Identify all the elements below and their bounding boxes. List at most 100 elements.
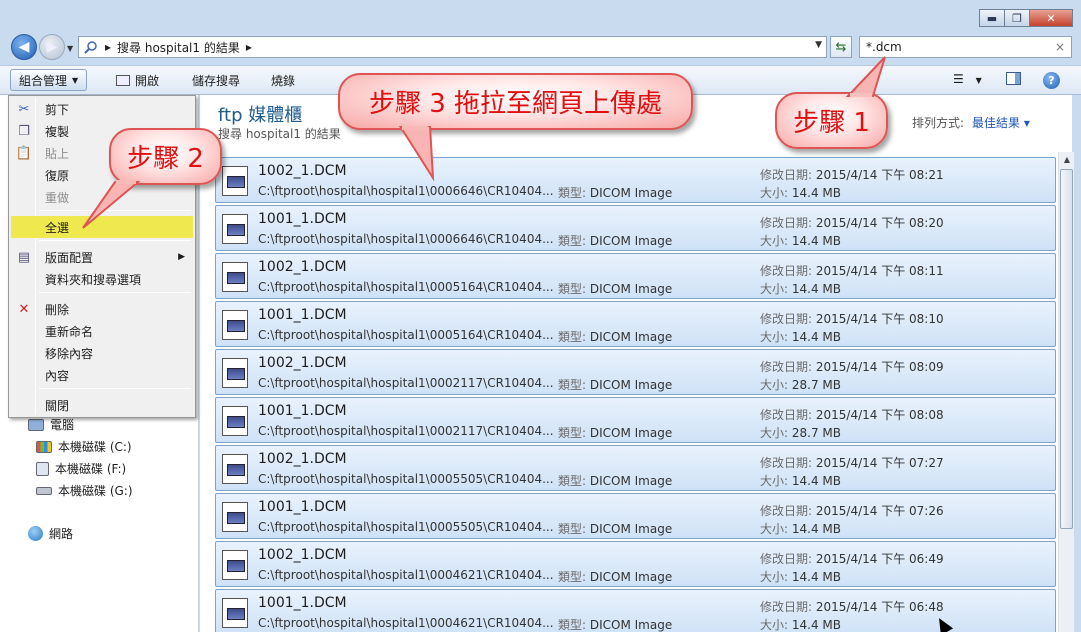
nav-item-drive-f[interactable]: 本機磁碟 (F:) xyxy=(36,460,126,477)
nav-item-network[interactable]: 網路 xyxy=(28,525,73,542)
back-button[interactable]: ◀ xyxy=(11,34,37,60)
file-date-value: 2015/4/14 下午 08:09 xyxy=(815,360,944,374)
nav-item-computer[interactable]: 電腦 xyxy=(28,416,74,433)
scroll-thumb[interactable] xyxy=(1060,169,1073,529)
type-label: 類型: xyxy=(558,474,587,488)
file-row[interactable]: 1001_1.DCM C:\ftproot\hospital\hospital1\… xyxy=(215,205,1056,251)
open-label: 開啟 xyxy=(135,74,160,88)
file-type: 類型: DICOM Image xyxy=(558,520,672,537)
file-row[interactable]: 1002_1.DCM C:\ftproot\hospital\hospital1\… xyxy=(215,445,1056,491)
menu-item[interactable]: 關閉 xyxy=(11,394,193,416)
menu-item[interactable]: 移除內容 xyxy=(11,342,193,364)
menu-item-label: 資料夾和搜尋選項 xyxy=(45,272,142,287)
organize-button[interactable]: 組合管理 ▼ xyxy=(10,69,88,91)
callout-step-1-text: 步驟 1 xyxy=(793,108,870,138)
scroll-up-icon[interactable]: ▲ xyxy=(1059,152,1075,168)
chevron-down-icon: ▼ xyxy=(975,76,982,85)
file-row[interactable]: 1002_1.DCM C:\ftproot\hospital\hospital1\… xyxy=(215,157,1056,203)
file-size-value: 14.4 MB xyxy=(791,570,841,584)
drive-c-icon xyxy=(36,440,52,453)
menu-item[interactable]: 重新命名 xyxy=(11,320,193,342)
forward-button[interactable]: ▶ xyxy=(39,34,65,60)
callout-step-3: 步驟 3 拖拉至網頁上傳處 xyxy=(338,73,693,130)
breadcrumb-separator-2[interactable]: ▸ xyxy=(246,40,252,54)
file-type-value: DICOM Image xyxy=(589,234,673,248)
date-label: 修改日期: xyxy=(760,408,813,422)
menu-item-label: 剪下 xyxy=(45,102,70,117)
file-size-value: 14.4 MB xyxy=(791,234,841,248)
callout-step-2-tail xyxy=(82,180,140,229)
arrange-by: 排列方式: 最佳結果 ▾ xyxy=(912,114,1030,131)
network-icon xyxy=(28,526,43,541)
breadcrumb-separator[interactable]: ▸ xyxy=(105,40,111,54)
burn-label: 燒錄 xyxy=(271,74,296,88)
file-row[interactable]: 1001_1.DCM C:\ftproot\hospital\hospital1\… xyxy=(215,589,1056,632)
file-path: C:\ftproot\hospital\hospital1\0002117\CR… xyxy=(258,424,554,438)
search-input[interactable]: *.dcm × xyxy=(859,36,1072,58)
nav-item-drive-c[interactable]: 本機磁碟 (C:) xyxy=(36,438,132,455)
save-search-button[interactable]: 儲存搜尋 xyxy=(192,72,240,89)
address-bar[interactable]: ▸ 搜尋 hospital1 的結果 ▸ ▼ xyxy=(78,36,827,58)
callout-step-2-text: 步驟 2 xyxy=(127,144,204,174)
breadcrumb-search-results[interactable]: 搜尋 hospital1 的結果 xyxy=(117,39,240,56)
file-size: 大小: 14.4 MB xyxy=(760,568,841,585)
burn-button[interactable]: 燒錄 xyxy=(271,72,295,89)
address-dropdown-icon[interactable]: ▼ xyxy=(815,40,822,50)
file-date: 修改日期: 2015/4/14 下午 08:09 xyxy=(760,358,944,375)
size-label: 大小: xyxy=(760,186,789,200)
file-row[interactable]: 1002_1.DCM C:\ftproot\hospital\hospital1\… xyxy=(215,541,1056,587)
help-button[interactable]: ? xyxy=(1043,72,1060,89)
type-label: 類型: xyxy=(558,378,587,392)
menu-item[interactable]: 資料夾和搜尋選項 xyxy=(11,268,193,290)
menu-item[interactable]: ▤ 版面配置 ▶ xyxy=(11,246,193,268)
size-label: 大小: xyxy=(760,378,789,392)
dicom-file-icon xyxy=(222,262,248,292)
size-label: 大小: xyxy=(760,570,789,584)
open-button[interactable]: 開啟 xyxy=(116,72,159,89)
file-size-value: 28.7 MB xyxy=(791,378,841,392)
callout-step-2: 步驟 2 xyxy=(109,128,222,185)
vertical-scrollbar[interactable]: ▲ xyxy=(1058,152,1074,632)
file-date: 修改日期: 2015/4/14 下午 07:27 xyxy=(760,454,944,471)
file-row[interactable]: 1001_1.DCM C:\ftproot\hospital\hospital1\… xyxy=(215,301,1056,347)
file-row[interactable]: 1001_1.DCM C:\ftproot\hospital\hospital1\… xyxy=(215,397,1056,443)
file-path: C:\ftproot\hospital\hospital1\0006646\CR… xyxy=(258,184,554,198)
clear-search-icon[interactable]: × xyxy=(1055,40,1065,54)
history-dropdown-icon[interactable]: ▼ xyxy=(67,44,73,53)
close-button[interactable]: ✕ xyxy=(1029,9,1073,27)
file-row[interactable]: 1002_1.DCM C:\ftproot\hospital\hospital1\… xyxy=(215,253,1056,299)
dicom-file-icon xyxy=(222,502,248,532)
nav-drive-f-label: 本機磁碟 (F:) xyxy=(55,462,127,476)
file-row[interactable]: 1002_1.DCM C:\ftproot\hospital\hospital1\… xyxy=(215,349,1056,395)
menu-separator xyxy=(39,292,191,293)
file-row[interactable]: 1001_1.DCM C:\ftproot\hospital\hospital1\… xyxy=(215,493,1056,539)
layout-icon: ▤ xyxy=(17,249,31,265)
file-path: C:\ftproot\hospital\hospital1\0002117\CR… xyxy=(258,376,554,390)
file-type-value: DICOM Image xyxy=(589,426,673,440)
file-type: 類型: DICOM Image xyxy=(558,280,672,297)
file-name: 1002_1.DCM xyxy=(258,451,347,467)
preview-pane-button[interactable] xyxy=(1006,72,1021,88)
minimize-button[interactable]: ▬ xyxy=(979,9,1005,27)
window-controls: ▬ ❐ ✕ xyxy=(979,9,1073,27)
file-size-value: 14.4 MB xyxy=(791,618,841,632)
menu-item[interactable]: ✕ 刪除 xyxy=(11,298,193,320)
file-name: 1001_1.DCM xyxy=(258,499,347,515)
menu-item-label: 全選 xyxy=(45,220,70,235)
date-label: 修改日期: xyxy=(760,552,813,566)
view-options-button[interactable]: ☰ ▼ xyxy=(953,72,982,86)
menu-item[interactable]: 內容 xyxy=(11,364,193,386)
callout-step-1: 步驟 1 xyxy=(775,92,888,149)
arrange-dropdown[interactable]: 最佳結果 ▾ xyxy=(972,116,1030,130)
maximize-button[interactable]: ❐ xyxy=(1004,9,1030,27)
date-label: 修改日期: xyxy=(760,360,813,374)
dicom-file-icon xyxy=(222,358,248,388)
file-name: 1002_1.DCM xyxy=(258,163,347,179)
menu-item[interactable]: ✂ 剪下 xyxy=(11,98,193,120)
breadcrumb: ▸ 搜尋 hospital1 的結果 ▸ xyxy=(83,39,252,56)
submenu-arrow-icon: ▶ xyxy=(178,252,185,262)
file-size: 大小: 14.4 MB xyxy=(760,328,841,345)
file-size-value: 28.7 MB xyxy=(791,426,841,440)
back-arrow-icon: ◀ xyxy=(18,39,30,55)
nav-item-drive-g[interactable]: 本機磁碟 (G:) xyxy=(36,482,133,499)
